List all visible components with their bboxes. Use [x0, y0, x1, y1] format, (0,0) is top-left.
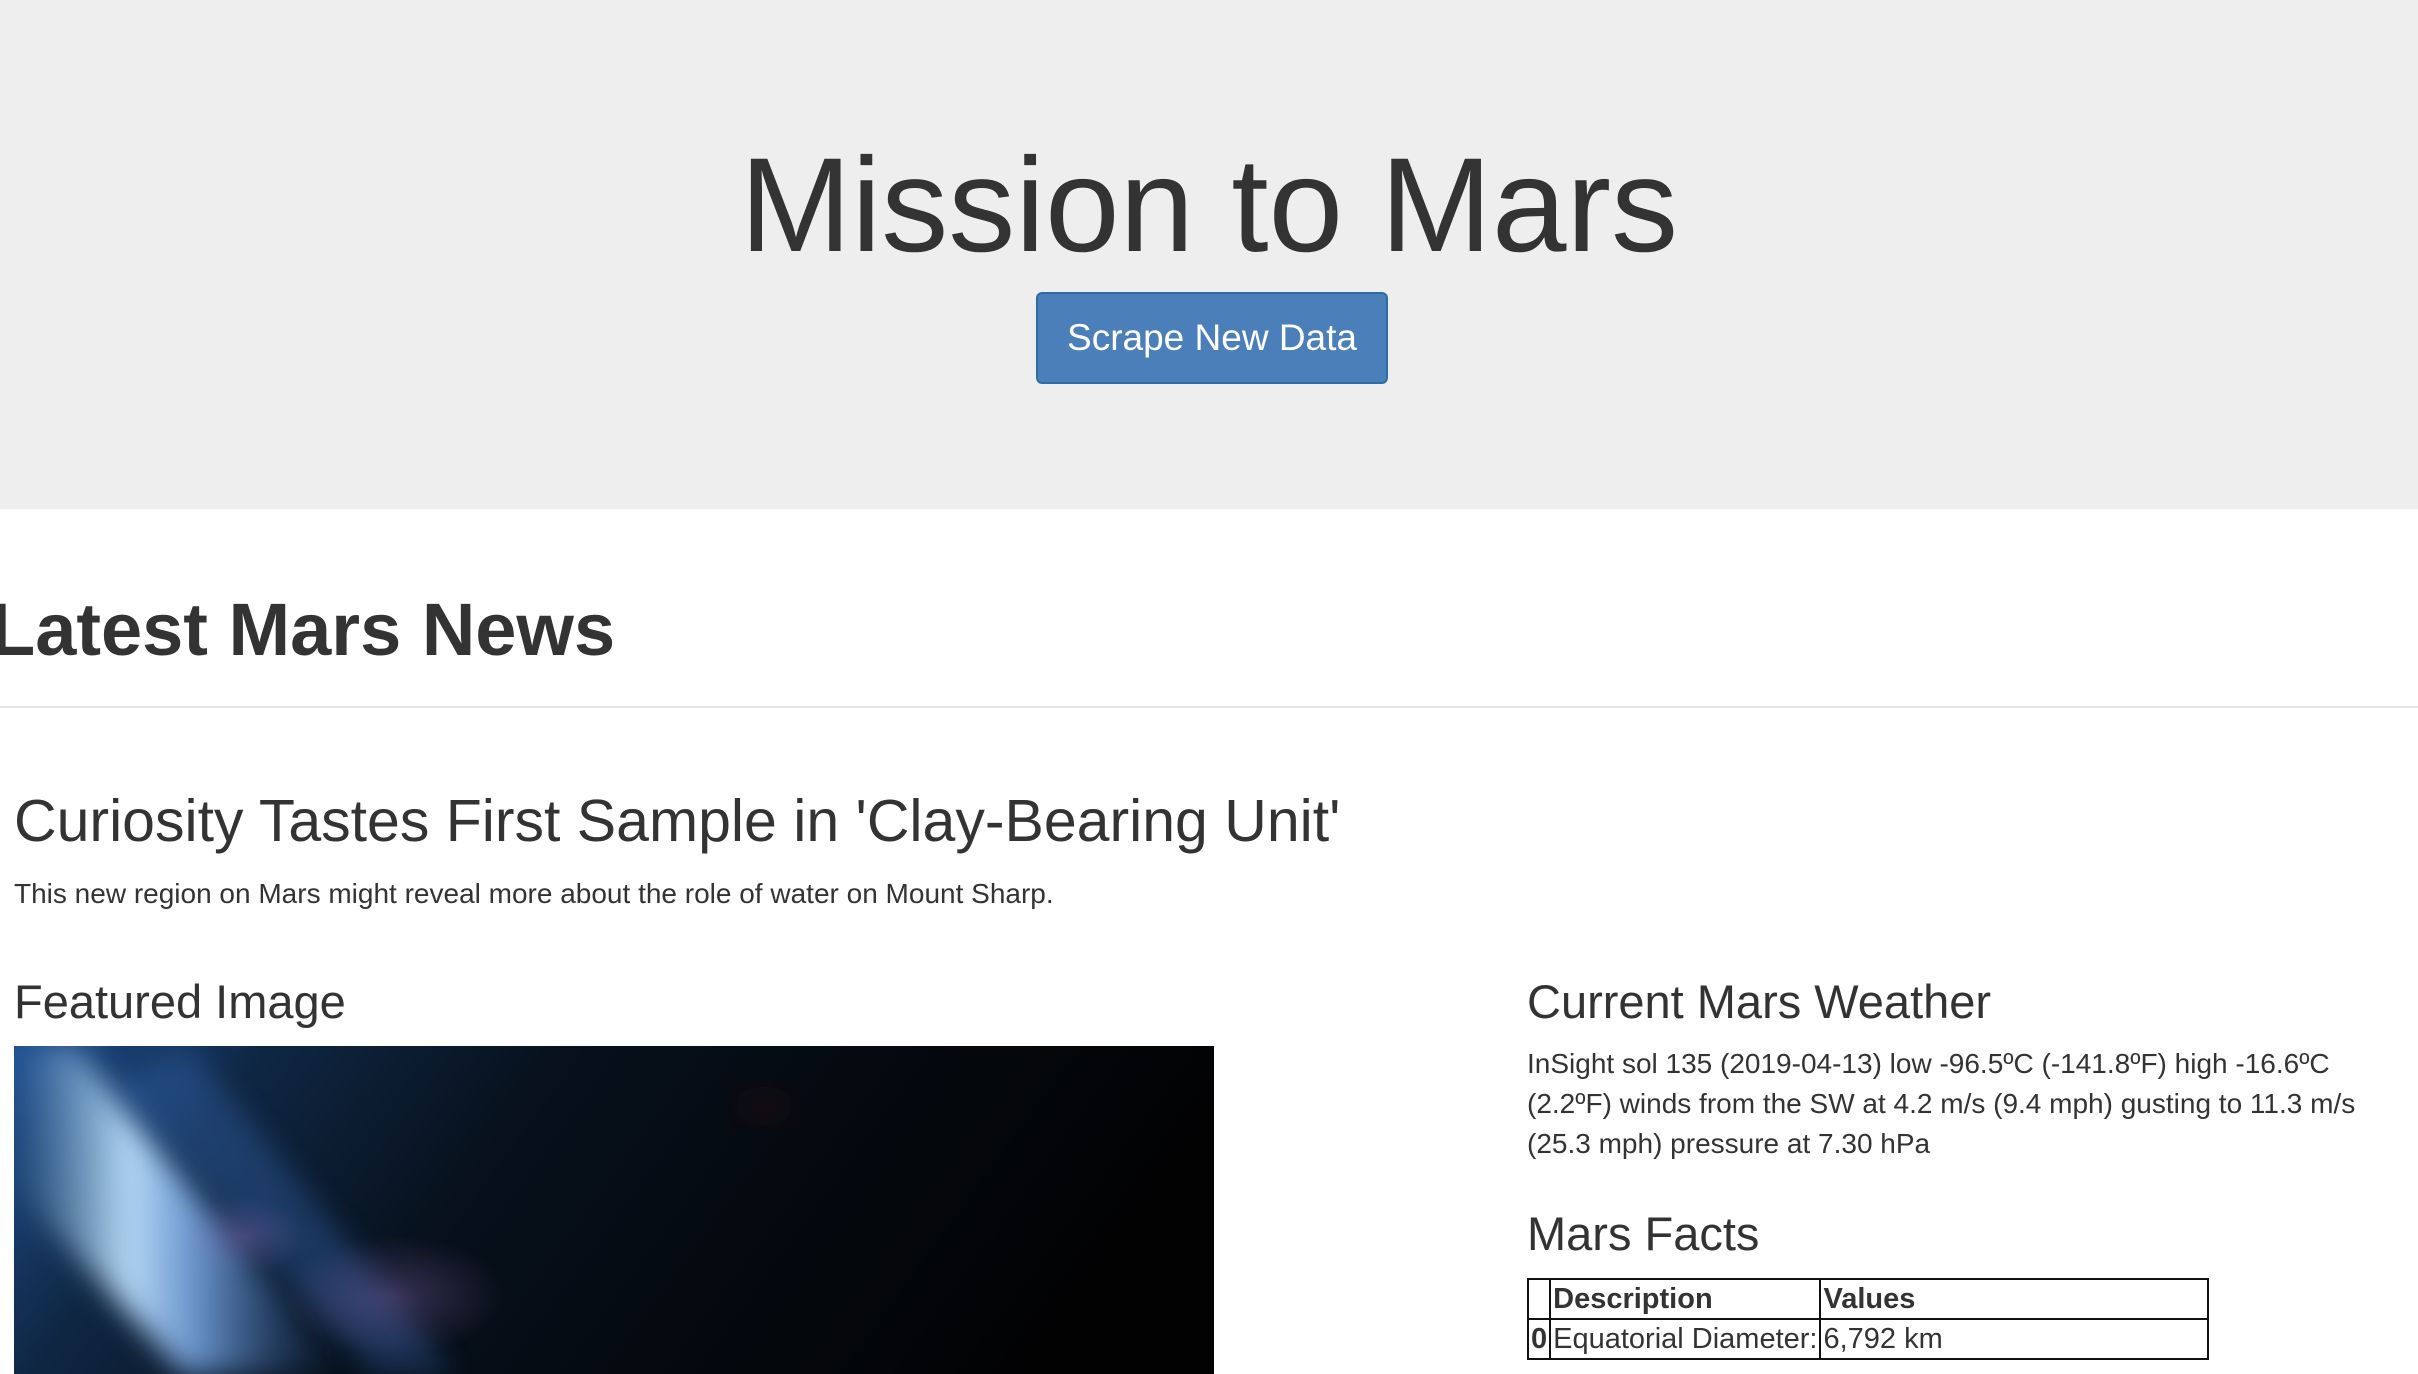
- table-row: 0 Equatorial Diameter: 6,792 km: [1526, 1318, 2210, 1360]
- row-description: Equatorial Diameter:: [1549, 1318, 1822, 1360]
- jumbotron-header: Mission to Mars Scrape New Data: [0, 0, 2418, 509]
- news-title: Curiosity Tastes First Sample in 'Clay-B…: [14, 788, 1341, 854]
- facts-table: Description Values 0 Equatorial Diameter…: [1526, 1278, 2210, 1360]
- table-header-row: Description Values: [1526, 1278, 2210, 1320]
- section-divider: [0, 706, 2418, 708]
- page-title: Mission to Mars: [739, 131, 1679, 280]
- row-value: 6,792 km: [1819, 1318, 2210, 1360]
- column-header-values: Values: [1819, 1278, 2210, 1320]
- column-header-index: [1526, 1278, 1552, 1320]
- weather-text: InSight sol 135 (2019-04-13) low -96.5ºC…: [1527, 1048, 2356, 1159]
- column-header-description: Description: [1549, 1278, 1822, 1320]
- featured-image: [14, 1046, 1214, 1374]
- latest-news-heading: Latest Mars News: [0, 588, 616, 671]
- scrape-new-data-button[interactable]: Scrape New Data: [1036, 292, 1388, 384]
- row-index: 0: [1526, 1318, 1552, 1360]
- featured-image-heading: Featured Image: [14, 975, 346, 1028]
- featured-image-graphic: [14, 1046, 1214, 1374]
- news-teaser: This new region on Mars might reveal mor…: [14, 878, 1054, 909]
- facts-heading: Mars Facts: [1527, 1207, 1760, 1260]
- weather-heading: Current Mars Weather: [1527, 975, 1992, 1028]
